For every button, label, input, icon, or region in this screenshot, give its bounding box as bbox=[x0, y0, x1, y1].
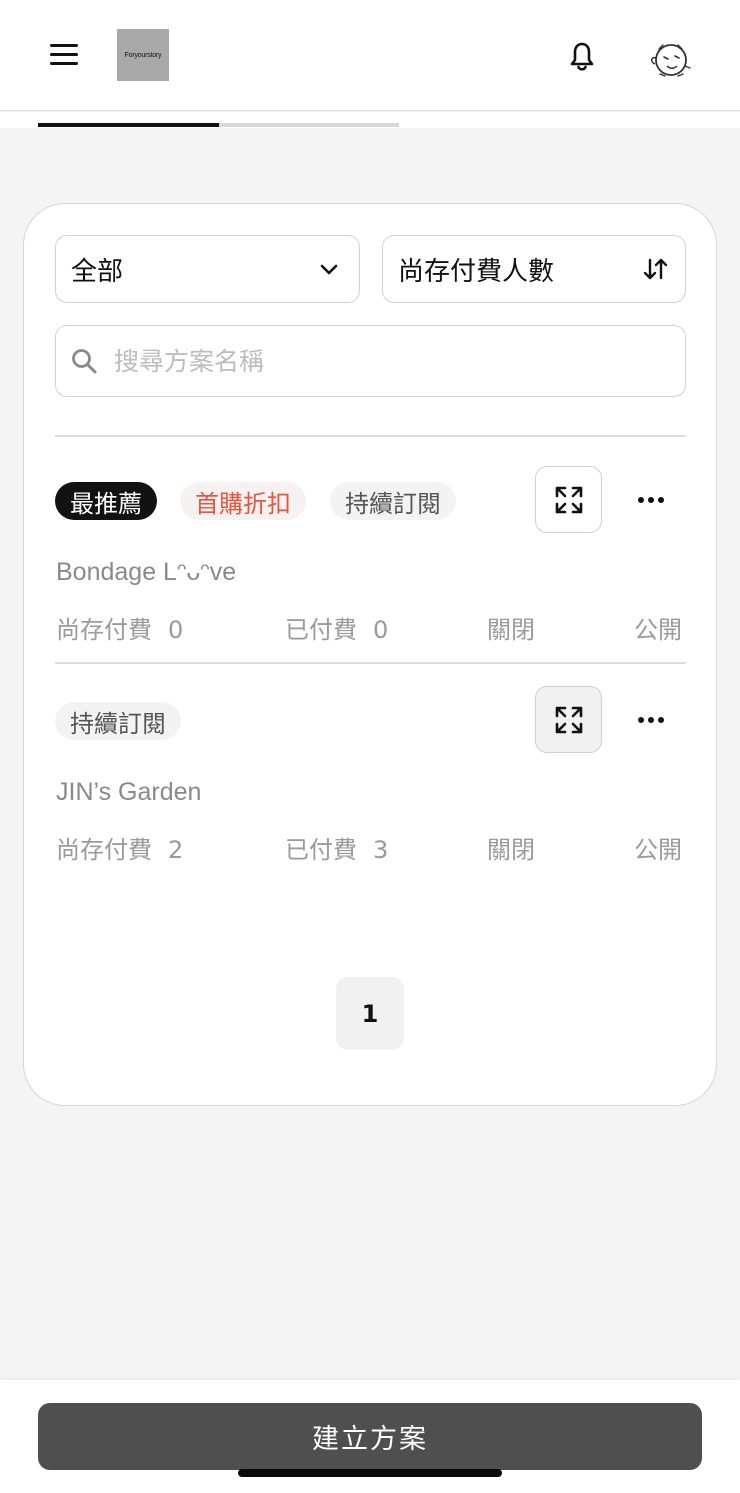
paid-stat: 已付費 3 bbox=[285, 830, 388, 865]
plan-title[interactable]: Bondage Lᵔᴗᵔve bbox=[56, 558, 236, 587]
plans-card: 全部 尚存付費人數 最推薦 首購折扣 持續訂閱 bbox=[23, 203, 717, 1106]
tab-inactive-indicator[interactable] bbox=[219, 123, 399, 127]
plan-title[interactable]: JIN’s Garden bbox=[56, 778, 201, 807]
search-box bbox=[55, 325, 686, 397]
plan-status: 關閉 bbox=[487, 616, 535, 644]
divider bbox=[55, 662, 686, 664]
paid-label: 已付費 bbox=[285, 836, 357, 864]
active-paid-label: 尚存付費 bbox=[56, 836, 152, 864]
top-header: Foryourstory bbox=[0, 0, 740, 111]
search-input[interactable] bbox=[114, 338, 664, 384]
category-dropdown[interactable]: 全部 bbox=[55, 235, 360, 303]
bell-icon[interactable] bbox=[562, 36, 602, 76]
plan-visibility: 公開 bbox=[634, 616, 682, 644]
sort-dropdown-value: 尚存付費人數 bbox=[398, 256, 555, 287]
active-paid-stat: 尚存付費 0 bbox=[56, 610, 183, 645]
more-options-icon[interactable] bbox=[631, 485, 671, 515]
expand-icon[interactable] bbox=[535, 466, 602, 533]
tab-active-indicator[interactable] bbox=[38, 123, 219, 127]
chevron-down-icon bbox=[313, 253, 345, 285]
search-icon bbox=[69, 346, 99, 376]
paid-stat: 已付費 0 bbox=[285, 610, 388, 645]
hamburger-menu-icon[interactable] bbox=[46, 40, 82, 70]
more-options-icon[interactable] bbox=[631, 705, 671, 735]
tab-bar bbox=[0, 112, 740, 128]
brand-logo[interactable]: Foryourstory bbox=[117, 29, 169, 81]
page-button-current[interactable]: 1 bbox=[336, 977, 404, 1050]
paid-value: 3 bbox=[373, 836, 389, 864]
bottom-bar: 建立方案 bbox=[0, 1380, 740, 1493]
sort-dropdown[interactable]: 尚存付費人數 bbox=[382, 235, 686, 303]
tag-subscription: 持續訂閱 bbox=[330, 482, 456, 520]
home-indicator bbox=[238, 1469, 502, 1477]
logo-text: Foryourstory bbox=[124, 51, 162, 59]
avatar-doodle-icon[interactable] bbox=[645, 36, 695, 82]
paid-label: 已付費 bbox=[285, 616, 357, 644]
plan-visibility: 公開 bbox=[634, 836, 682, 864]
category-dropdown-value: 全部 bbox=[71, 256, 124, 287]
active-paid-stat: 尚存付費 2 bbox=[56, 830, 183, 865]
plan-status: 關閉 bbox=[487, 836, 535, 864]
tag-most-recommended: 最推薦 bbox=[55, 482, 157, 520]
tag-subscription: 持續訂閱 bbox=[55, 702, 181, 740]
expand-icon[interactable] bbox=[535, 686, 602, 753]
active-paid-value: 2 bbox=[168, 836, 184, 864]
active-paid-value: 0 bbox=[168, 616, 184, 644]
active-paid-label: 尚存付費 bbox=[56, 616, 152, 644]
paid-value: 0 bbox=[373, 616, 389, 644]
sort-arrows-icon bbox=[639, 253, 671, 285]
tag-first-purchase-discount: 首購折扣 bbox=[180, 482, 306, 520]
create-plan-button[interactable]: 建立方案 bbox=[38, 1403, 702, 1470]
divider bbox=[55, 435, 686, 437]
